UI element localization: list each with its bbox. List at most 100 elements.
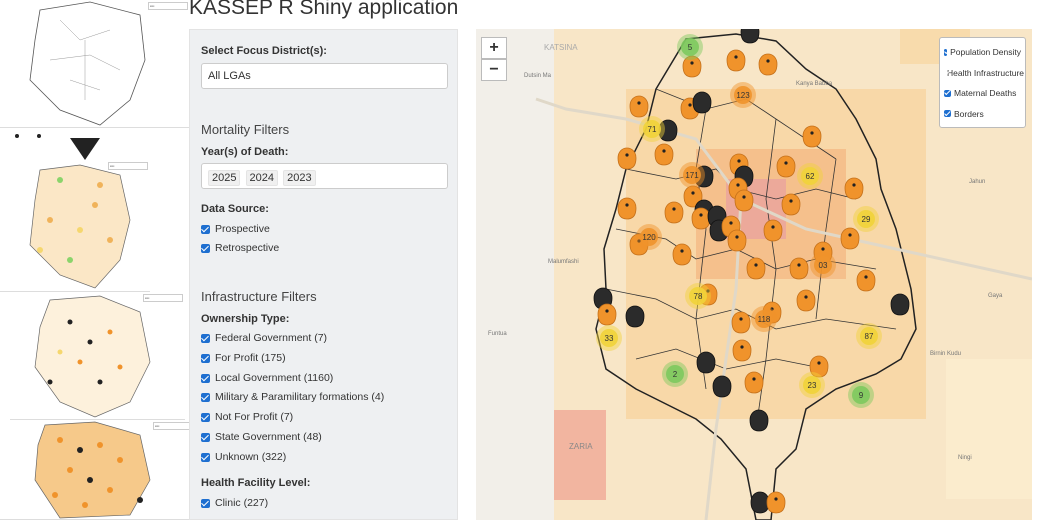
maternal-death-marker[interactable] (691, 207, 711, 230)
maternal-death-marker[interactable] (840, 227, 860, 250)
ownership-checkbox[interactable]: Military & Paramilitary formations (4) (201, 391, 384, 403)
layer-toggle-population[interactable]: Population Density (944, 42, 1021, 63)
person-icon (672, 207, 676, 211)
maternal-death-marker[interactable] (726, 49, 746, 72)
health-facility-marker[interactable] (750, 491, 770, 514)
person-icon (699, 213, 703, 217)
zoom-out-button[interactable]: − (481, 59, 507, 81)
maternal-death-marker[interactable] (766, 491, 786, 514)
maternal-death-marker[interactable] (732, 339, 752, 362)
maternal-death-marker[interactable] (731, 311, 751, 334)
person-icon (729, 221, 733, 225)
maternal-death-marker[interactable] (802, 125, 822, 148)
maternal-death-marker[interactable] (617, 197, 637, 220)
ownership-checkbox[interactable]: State Government (48) (201, 431, 322, 443)
layer-label: Population Density (950, 47, 1021, 58)
person-icon (734, 55, 738, 59)
facility-level-label: Health Facility Level: (201, 477, 311, 489)
checkbox-icon[interactable] (201, 392, 210, 402)
thumb-map-deaths (34, 421, 151, 519)
maternal-death-marker[interactable] (781, 193, 801, 216)
source-checkbox-prospective[interactable]: Prospective (201, 223, 270, 235)
ownership-checkbox[interactable]: For Profit (175) (201, 352, 286, 364)
zoom-in-button[interactable]: + (481, 37, 507, 59)
health-facility-marker[interactable] (749, 409, 769, 432)
person-icon (680, 249, 684, 253)
person-icon (797, 263, 801, 267)
place-malumfashi: Malumfashi (548, 259, 579, 265)
maternal-death-marker[interactable] (672, 243, 692, 266)
checkbox-icon[interactable] (944, 110, 951, 118)
health-facility-marker[interactable] (692, 91, 712, 114)
maternal-death-marker[interactable] (617, 147, 637, 170)
checkbox-icon[interactable] (201, 498, 210, 508)
year-chip[interactable]: 2023 (283, 170, 316, 186)
health-facility-marker[interactable] (625, 305, 645, 328)
person-icon (662, 149, 666, 153)
year-chip[interactable]: 2024 (245, 170, 279, 186)
place-zaria: ZARIA (569, 442, 593, 451)
health-facility-marker[interactable] (740, 29, 760, 44)
maternal-death-marker[interactable] (744, 371, 764, 394)
layer-toggle-deaths[interactable]: Maternal Deaths (944, 83, 1021, 104)
ownership-checkbox[interactable]: Unknown (322) (201, 451, 286, 463)
checkbox-icon[interactable] (944, 89, 951, 97)
maternal-death-marker[interactable] (789, 257, 809, 280)
thumb-legend: ▪▪▪▪ (143, 294, 183, 302)
checkbox-icon[interactable] (201, 353, 210, 363)
year-of-death-select[interactable]: 2025 2024 2023 (201, 163, 448, 189)
health-facility-marker[interactable] (890, 293, 910, 316)
cluster-count: 5 (688, 43, 693, 52)
checkbox-icon[interactable] (944, 48, 948, 56)
checkbox-icon[interactable] (201, 373, 210, 383)
person-icon (852, 183, 856, 187)
maternal-death-marker[interactable] (734, 189, 754, 212)
ownership-label: State Government (48) (215, 431, 322, 443)
person-icon (688, 103, 692, 107)
year-chip[interactable]: 2025 (208, 170, 241, 186)
maternal-death-marker[interactable] (796, 289, 816, 312)
checkbox-icon[interactable] (201, 333, 210, 343)
maternal-death-marker[interactable] (758, 53, 778, 76)
place-jahun: Jahun (969, 179, 986, 185)
maternal-death-marker[interactable] (776, 155, 796, 178)
mortality-filters-heading: Mortality Filters (201, 122, 290, 137)
person-icon (771, 225, 775, 229)
ownership-checkbox[interactable]: Local Government (1160) (201, 372, 333, 384)
maternal-death-marker[interactable] (629, 95, 649, 118)
layer-toggle-borders[interactable]: Borders (944, 104, 1021, 125)
layer-toggle-health[interactable]: Health Infrastructure (944, 63, 1024, 84)
health-facility-marker[interactable] (696, 351, 716, 374)
maternal-death-marker[interactable] (664, 201, 684, 224)
checkbox-icon[interactable] (201, 452, 210, 462)
cluster-count: 120 (642, 233, 656, 242)
ownership-checkbox[interactable]: Not For Profit (7) (201, 411, 293, 423)
checkbox-icon[interactable] (201, 224, 210, 234)
checkbox-icon[interactable] (201, 432, 210, 442)
cluster-count: 123 (736, 91, 750, 100)
ownership-label: Military & Paramilitary formations (4) (215, 391, 385, 403)
person-icon (848, 233, 852, 237)
thumb-map-outline (29, 1, 146, 126)
level-label: Clinic (227) (215, 497, 269, 509)
checkbox-icon[interactable] (201, 412, 210, 422)
maternal-death-marker[interactable] (597, 303, 617, 326)
person-icon (821, 247, 825, 251)
focus-district-select[interactable]: All LGAs (201, 63, 448, 89)
maternal-death-marker[interactable] (844, 177, 864, 200)
maternal-death-marker[interactable] (746, 257, 766, 280)
source-checkbox-retrospective[interactable]: Retrospective (201, 242, 279, 254)
level-checkbox[interactable]: Clinic (227) (201, 497, 268, 509)
health-facility-marker[interactable] (712, 375, 732, 398)
place-katsina: KATSINA (544, 43, 578, 52)
maternal-death-marker[interactable] (763, 219, 783, 242)
place-dutsin-ma: Dutsin Ma (524, 73, 552, 79)
maternal-death-marker[interactable] (654, 143, 674, 166)
population-density-layer (946, 359, 1032, 499)
ownership-checkbox[interactable]: Federal Government (7) (201, 332, 327, 344)
maternal-death-marker[interactable] (856, 269, 876, 292)
filter-panel: Select Focus District(s): All LGAs Morta… (189, 29, 458, 520)
person-icon (742, 195, 746, 199)
maternal-death-marker[interactable] (727, 229, 747, 252)
checkbox-icon[interactable] (201, 243, 210, 253)
